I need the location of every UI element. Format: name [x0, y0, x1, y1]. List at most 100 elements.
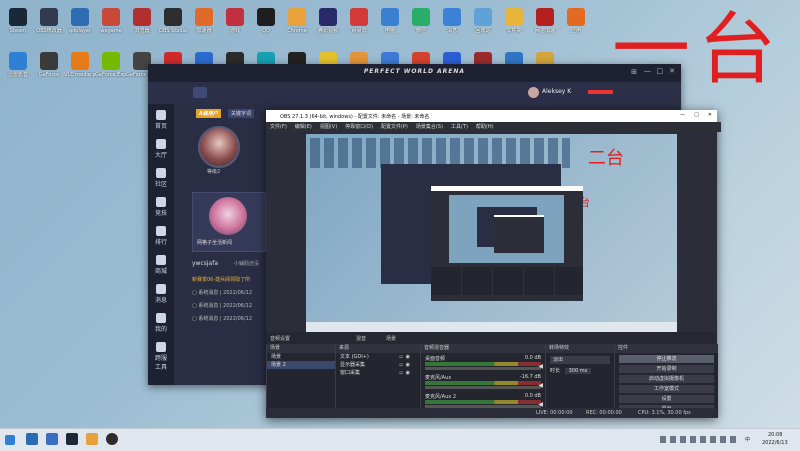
desktop-icon[interactable]: 网易云 — [343, 8, 375, 34]
source-item[interactable]: 窗口采集 ◉ ▫ — [336, 369, 420, 377]
desktop-icon[interactable]: OBS Studio — [157, 8, 189, 34]
profile-avatar[interactable] — [198, 126, 240, 168]
avatar-small[interactable] — [528, 87, 539, 98]
obs-window[interactable]: OBS 27.1.3 (64-bit, windows) - 配置文件: 未命名… — [266, 110, 721, 418]
desktop-icon[interactable]: OBS修改器 — [33, 8, 65, 34]
menu-item[interactable]: 场景集合(S) — [416, 124, 443, 130]
menu-item[interactable]: 工具(T) — [451, 124, 468, 130]
desktop-icon[interactable]: 文件夹 — [498, 8, 530, 34]
taskbar-app-1-icon[interactable] — [26, 433, 38, 445]
app-icon — [567, 8, 585, 26]
obs-preview[interactable]: 二台 三台 — [306, 134, 677, 332]
sidebar-item[interactable]: 竞技 — [153, 197, 169, 217]
sidebar-item[interactable]: 社区 — [153, 168, 169, 188]
minimize-icon[interactable]: — — [644, 67, 651, 75]
desktop-icon[interactable]: Chrome — [281, 8, 313, 34]
scene-item[interactable]: 场景 2 — [267, 361, 335, 369]
sidebar-item-icon — [156, 284, 166, 294]
tab-mixer[interactable]: 混音 — [356, 335, 366, 342]
sidebar-item[interactable]: 大厅 — [153, 139, 169, 159]
source-item[interactable]: 显示器采集 ◉ ▫ — [336, 361, 420, 369]
news-title[interactable]: 新赛季06-建兵阀领取了所 — [192, 276, 266, 283]
sidebar-item[interactable]: 跨服工具 — [153, 342, 169, 371]
maximize-icon[interactable]: □ — [656, 67, 663, 75]
close-icon[interactable]: ✕ — [708, 112, 712, 118]
eye-icon[interactable]: ◉ — [406, 361, 410, 369]
desktop-icon[interactable]: wegame — [95, 8, 127, 34]
menu-icon[interactable]: ⊞ — [631, 68, 637, 76]
menu-item[interactable]: 停靠窗口(D) — [345, 124, 373, 130]
language-indicator[interactable]: 中 — [745, 436, 750, 443]
lock-icon[interactable]: ▫ — [399, 369, 402, 377]
pwa-title: PERFECT WORLD ARENA — [363, 68, 466, 75]
desktop-icon[interactable]: 回收站 — [467, 8, 499, 34]
close-icon[interactable]: ✕ — [669, 67, 675, 75]
control-button[interactable]: 设置 — [619, 395, 714, 403]
desktop-icon[interactable]: VLC media player — [64, 52, 96, 78]
transition-select[interactable]: 淡出 — [550, 356, 610, 364]
friend-card[interactable]: 网格子全活新闻 — [192, 192, 266, 252]
tab-audio-settings[interactable]: 音频设置 — [270, 335, 290, 342]
desktop-icon[interactable]: 电脑 — [374, 8, 406, 34]
speaker-icon[interactable]: ◀ — [538, 382, 543, 389]
lock-icon[interactable]: ▫ — [399, 353, 402, 361]
scene-item[interactable]: 场景 — [267, 353, 335, 361]
news-item[interactable]: ▢ 系统消息 | 2022/06/12 — [192, 289, 266, 296]
clock-date[interactable]: 2022/6/13 — [762, 440, 788, 446]
source-item[interactable]: 文本 (GDI+) ◉ ▫ — [336, 353, 420, 361]
speaker-icon[interactable]: ◀ — [538, 401, 543, 408]
desktop-icon[interactable]: qdplayer — [64, 8, 96, 34]
volume-slider[interactable]: ◀ — [425, 363, 543, 370]
sidebar-item[interactable]: 商城 — [153, 255, 169, 275]
news-item[interactable]: ▢ 系统消息 | 2022/06/12 — [192, 315, 266, 322]
desktop-icon[interactable]: 浏览器 — [126, 8, 158, 34]
pwa-titlebar[interactable]: PERFECT WORLD ARENA ⊞ — □ ✕ — [148, 64, 681, 82]
sidebar-item[interactable]: 消息 — [153, 284, 169, 304]
menu-item[interactable]: 配置文件(P) — [381, 124, 408, 130]
menu-item[interactable]: 视图(V) — [320, 124, 337, 130]
desktop-icon[interactable]: 迅雷影音 — [2, 52, 34, 78]
start-icon[interactable] — [5, 435, 15, 445]
desktop-icon[interactable]: 应用 — [560, 8, 592, 34]
desktop-icon[interactable]: 微信 — [405, 8, 437, 34]
sidebar-item[interactable]: 排行 — [153, 226, 169, 246]
desktop-icon[interactable]: QQ — [250, 8, 282, 34]
eye-icon[interactable]: ◉ — [406, 369, 410, 377]
desktop-icon[interactable]: 腾讯视频 — [312, 8, 344, 34]
news-item[interactable]: ▢ 系统消息 | 2022/06/12 — [192, 302, 266, 309]
sidebar-item-label: 跨服工具 — [154, 355, 167, 371]
app-icon — [40, 8, 58, 26]
control-button[interactable]: 工作室模式 — [619, 385, 714, 393]
menu-item[interactable]: 编辑(E) — [295, 124, 312, 130]
back-button[interactable] — [193, 87, 207, 98]
lock-icon[interactable]: ▫ — [399, 361, 402, 369]
desktop-icon[interactable]: 消息 — [436, 8, 468, 34]
speaker-icon[interactable]: ◀ — [538, 363, 543, 370]
taskbar-app-4-icon[interactable] — [86, 433, 98, 445]
obs-titlebar[interactable]: OBS 27.1.3 (64-bit, windows) - 配置文件: 未命名… — [266, 110, 717, 122]
pwa-user-name[interactable]: Aleksey K — [542, 88, 571, 95]
control-button[interactable]: 停止推流 — [619, 355, 714, 363]
tab-scene[interactable]: 场景 — [386, 335, 396, 342]
desktop-icon[interactable]: GeForce Experience — [95, 52, 127, 78]
control-button[interactable]: 启动虚拟摄像机 — [619, 375, 714, 383]
taskbar-steam-icon[interactable] — [66, 433, 78, 445]
maximize-icon[interactable]: □ — [694, 112, 699, 118]
eye-icon[interactable]: ◉ — [406, 353, 410, 361]
menu-item[interactable]: 文件(F) — [270, 124, 287, 130]
desktop-icon[interactable]: GeForce — [33, 52, 65, 78]
desktop-icon[interactable]: 游戏 — [219, 8, 251, 34]
taskbar-app-2-icon[interactable] — [46, 433, 58, 445]
desktop-icon[interactable]: 加速器 — [188, 8, 220, 34]
duration-field[interactable]: 300 ms — [564, 368, 592, 374]
clock-time[interactable]: 20:08 — [768, 432, 782, 438]
desktop-icon[interactable]: 网游加速 — [529, 8, 561, 34]
menu-item[interactable]: 帮助(H) — [476, 124, 494, 130]
sidebar-item[interactable]: 首页 — [153, 110, 169, 130]
volume-slider[interactable]: ◀ — [425, 382, 543, 389]
minimize-icon[interactable]: — — [680, 112, 685, 118]
desktop-icon[interactable]: Steam — [2, 8, 34, 34]
control-button[interactable]: 开始录制 — [619, 365, 714, 373]
taskbar-obs-icon[interactable] — [106, 433, 118, 445]
sidebar-item[interactable]: 我的 — [153, 313, 169, 333]
